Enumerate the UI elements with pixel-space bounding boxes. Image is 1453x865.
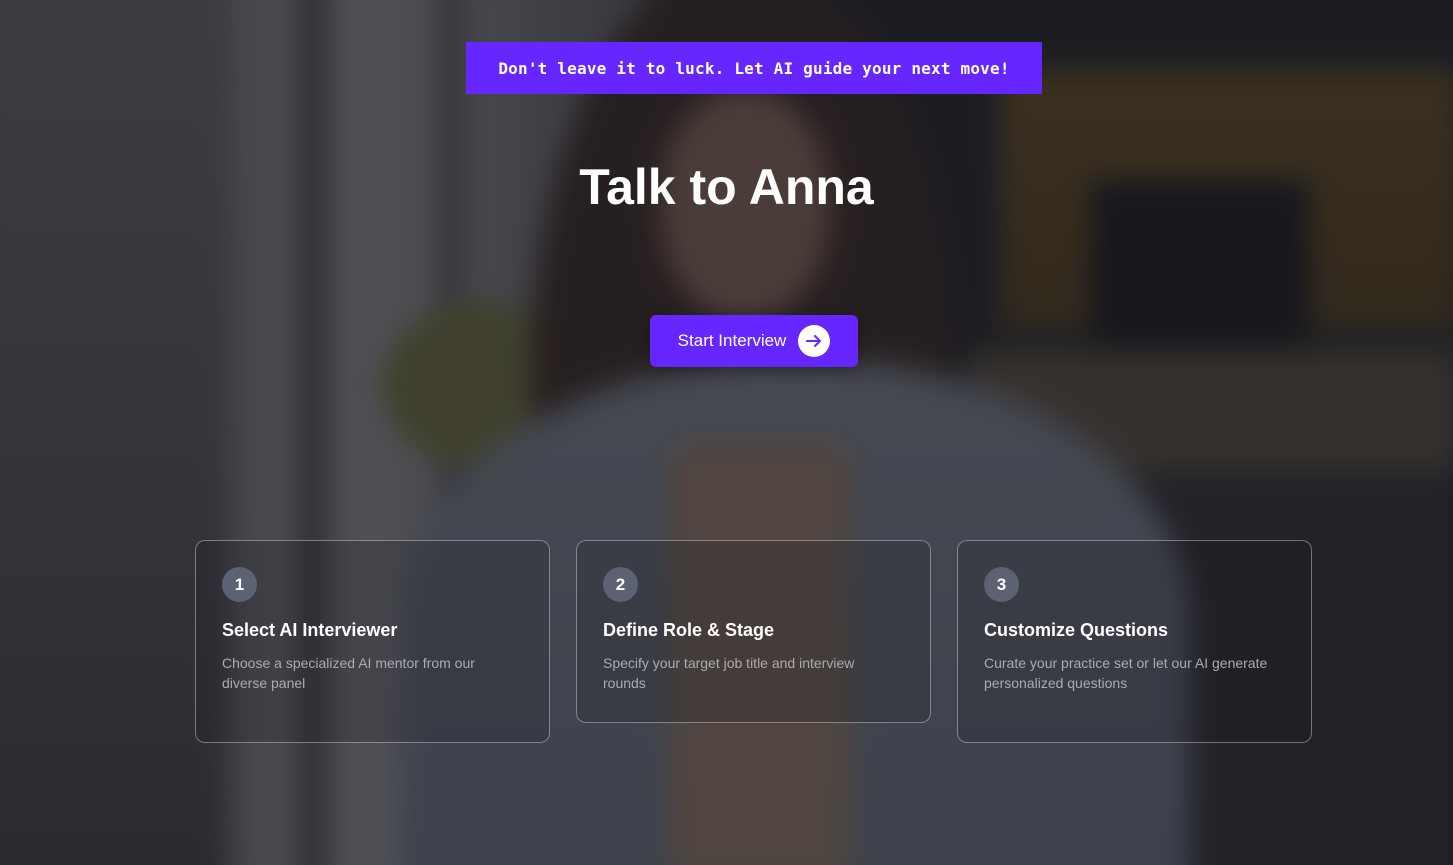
- page-title: Talk to Anna: [579, 159, 874, 215]
- page: Don't leave it to luck. Let AI guide you…: [0, 0, 1453, 865]
- step-description: Choose a specialized AI mentor from our …: [222, 655, 475, 691]
- start-interview-label: Start Interview: [677, 331, 787, 350]
- start-interview-button[interactable]: Start Interview: [650, 315, 858, 367]
- arrow-right-icon: [798, 325, 831, 357]
- step-title: Customize Questions: [984, 620, 1169, 640]
- step-number-badge: 1: [222, 567, 257, 602]
- step-card-define-role[interactable]: 2 Define Role & Stage Specify your targe…: [576, 540, 931, 723]
- step-title: Define Role & Stage: [603, 620, 775, 640]
- tagline-banner: Don't leave it to luck. Let AI guide you…: [466, 42, 1042, 94]
- step-number-badge: 3: [984, 567, 1019, 602]
- tagline-text: Don't leave it to luck. Let AI guide you…: [498, 58, 1010, 78]
- step-title: Select AI Interviewer: [222, 620, 398, 640]
- step-card-customize-questions[interactable]: 3 Customize Questions Curate your practi…: [957, 540, 1312, 743]
- step-description: Curate your practice set or let our AI g…: [984, 655, 1268, 691]
- step-description: Specify your target job title and interv…: [603, 655, 855, 691]
- hero-content: Don't leave it to luck. Let AI guide you…: [0, 0, 1453, 865]
- step-card-select-interviewer[interactable]: 1 Select AI Interviewer Choose a special…: [195, 540, 550, 743]
- step-number-badge: 2: [603, 567, 638, 602]
